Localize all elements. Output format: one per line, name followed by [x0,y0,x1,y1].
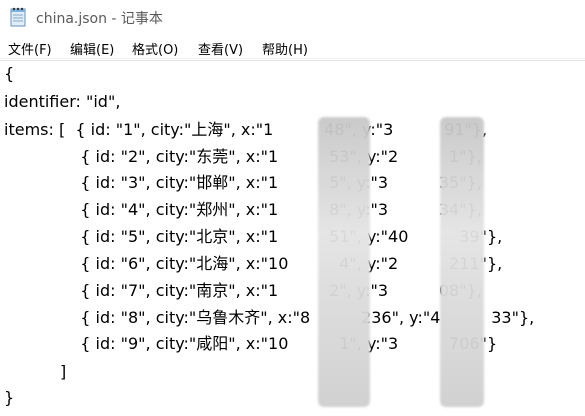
menu-view[interactable]: 查看(V) [198,39,243,58]
text-line: { id: "6", city:"北海", x:"10 4", y:"2 211… [4,254,503,273]
redaction-x [318,117,370,407]
text-line: { id: "3", city:"邯郸", x:"1 5", y:"3 35"}… [4,173,482,192]
window-title: china.json - 记事本 [36,11,163,27]
text-editor[interactable]: { identifier: "id", items: [ { id: "1", … [0,60,585,416]
text-line: { id: "7", city:"南京", x:"1 2", y:"3 08"}… [4,281,482,300]
text-line: identifier: "id", [4,92,121,111]
menu-format[interactable]: 格式(O) [132,39,178,58]
text-line: items: [ { id: "1", city:"上海", x:"1 48",… [4,120,488,139]
text-line: { id: "4", city:"郑州", x:"1 8", y:"3 34"}… [4,200,482,219]
notepad-icon [10,7,26,27]
text-line: } [4,388,15,407]
menu-edit[interactable]: 编辑(E) [70,39,114,58]
text-line: { [4,64,15,83]
redaction-y [440,117,484,407]
text-line: { id: "2", city:"东莞", x:"1 53", y:"2 1"}… [4,147,482,166]
menu-bar: 文件(F) 编辑(E) 格式(O) 查看(V) 帮助(H) [0,35,585,59]
text-line: { id: "9", city:"咸阳", x:"10 1", y:"3 706… [4,334,498,353]
title-bar: china.json - 记事本 [0,0,585,35]
menu-file[interactable]: 文件(F) [8,39,52,58]
text-line: { id: "5", city:"北京", x:"1 51", y:"40 39… [4,227,503,246]
menu-help[interactable]: 帮助(H) [262,39,308,58]
text-line: ] [4,362,67,381]
